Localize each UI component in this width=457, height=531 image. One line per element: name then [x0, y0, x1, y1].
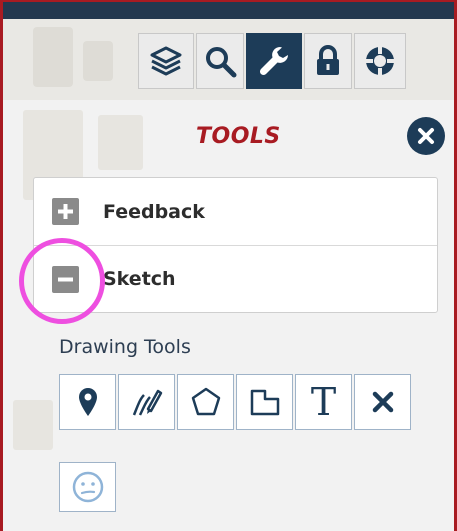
accordion-label-sketch: Sketch	[103, 268, 176, 290]
main-toolbar	[138, 33, 406, 89]
drawing-tools-label: Drawing Tools	[59, 336, 191, 358]
lock-button[interactable]	[304, 33, 352, 89]
search-icon	[206, 47, 237, 78]
tools-panel: TOOLS Feedback Sketch Drawing Tools T	[3, 100, 454, 531]
drawing-tools-bar: T	[59, 374, 411, 430]
rectangle-tool-button[interactable]	[236, 374, 293, 430]
top-bar	[3, 2, 454, 19]
text-tool-button[interactable]: T	[295, 374, 352, 430]
text-icon: T	[310, 380, 337, 424]
emoji-icon	[72, 471, 103, 503]
accordion-label-feedback: Feedback	[103, 200, 205, 223]
rectangle-icon	[250, 389, 279, 416]
tools-button[interactable]	[246, 33, 302, 89]
highlight-circle	[19, 238, 105, 324]
polygon-tool-button[interactable]	[177, 374, 234, 430]
delete-icon	[372, 391, 393, 413]
delete-tool-button[interactable]	[354, 374, 411, 430]
close-icon	[418, 128, 434, 144]
polygon-icon	[191, 387, 220, 416]
close-panel-button[interactable]	[407, 117, 445, 155]
panel-title: TOOLS	[196, 124, 281, 149]
freehand-tool-button[interactable]	[118, 374, 175, 430]
marker-tool-button[interactable]	[59, 374, 116, 430]
help-button[interactable]	[354, 33, 406, 89]
lock-icon	[317, 45, 339, 75]
accordion-item-feedback[interactable]: Feedback	[34, 178, 437, 245]
app-frame: TOOLS Feedback Sketch Drawing Tools T	[0, 0, 457, 531]
plus-icon[interactable]	[52, 198, 79, 225]
marker-icon	[78, 388, 97, 416]
wrench-icon	[259, 47, 288, 76]
layers-button[interactable]	[138, 33, 194, 89]
search-button[interactable]	[196, 33, 244, 89]
lifebuoy-icon	[366, 47, 394, 75]
emoji-tool-button[interactable]	[59, 462, 116, 512]
freehand-icon	[132, 389, 162, 416]
layers-icon	[150, 46, 182, 76]
